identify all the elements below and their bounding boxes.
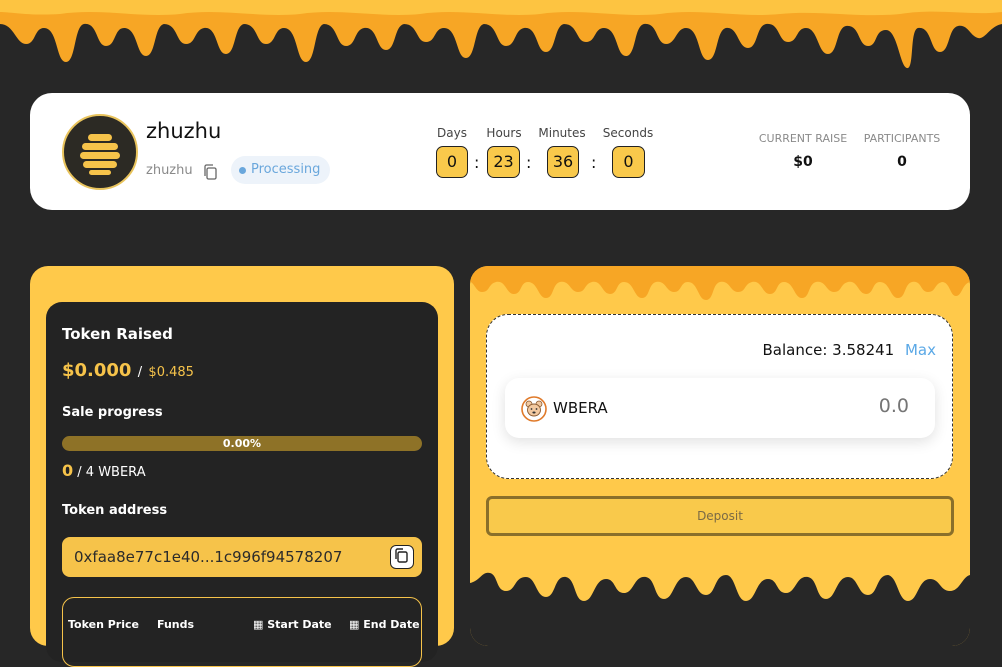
countdown-minutes: 36 (547, 146, 579, 178)
countdown-hours: 23 (487, 146, 520, 178)
participants-value: 0 (897, 154, 907, 170)
token-address-field: 0xfaa8e77c1e40...1c996f94578207 (62, 537, 422, 577)
table-header-token-price: Token Price (68, 618, 139, 631)
countdown-separator: : (474, 153, 480, 172)
copy-icon (395, 548, 408, 563)
raised-target: $0.485 (148, 365, 194, 380)
progress-amount-total: / 4 WBERA (77, 465, 146, 480)
sale-details-table: Token Price Funds ▦ Start Date ▦ End Dat… (62, 597, 422, 667)
sale-progress-amount: 0 / 4 WBERA (62, 461, 146, 480)
deposit-panel: Balance: 3.58241 Max WBERA Deposit (470, 266, 970, 646)
balance-label: Balance: (762, 341, 828, 359)
honey-drip-decoration (470, 572, 970, 646)
wallet-balance: Balance: 3.58241 Max (763, 341, 937, 359)
deposit-button[interactable]: Deposit (486, 496, 954, 536)
deposit-card: Balance: 3.58241 Max WBERA (486, 314, 953, 479)
countdown-minutes-label: Minutes (538, 126, 586, 140)
project-handle: zhuzhu (146, 163, 193, 178)
table-header-start-date: ▦ Start Date (253, 618, 332, 631)
token-address-value: 0xfaa8e77c1e40...1c996f94578207 (74, 548, 343, 566)
table-header-end-date: ▦ End Date (349, 618, 420, 631)
token-address-label: Token address (62, 503, 168, 518)
calendar-icon: ▦ (349, 618, 360, 631)
countdown-seconds-label: Seconds (602, 126, 654, 140)
status-badge: Processing (231, 156, 331, 184)
countdown-separator: : (591, 153, 597, 172)
token-info-card: Token Raised $0.000 / $0.485 Sale progre… (46, 302, 438, 667)
token-raised-value: $0.000 / $0.485 (62, 360, 194, 381)
current-raise-label: CURRENT RAISE (758, 132, 848, 145)
raised-amount: $0.000 (62, 360, 132, 381)
copy-address-button[interactable] (390, 545, 414, 569)
token-info-panel: Token Raised $0.000 / $0.485 Sale progre… (30, 266, 454, 667)
project-header-card: zhuzhu zhuzhu Processing Days 0 : Hours … (30, 93, 970, 210)
honey-drip-decoration (470, 266, 970, 300)
bera-token-icon (521, 396, 547, 422)
honey-drip-decoration (0, 0, 1002, 69)
copy-icon (204, 164, 217, 180)
sale-progress-bar: 0.00% (62, 436, 422, 451)
beehive-icon (80, 134, 120, 175)
max-button[interactable]: Max (905, 341, 936, 359)
countdown-days: 0 (436, 146, 468, 178)
sale-progress-label: Sale progress (62, 405, 163, 420)
participants-label: PARTICIPANTS (863, 132, 941, 145)
table-header-funds: Funds (157, 618, 195, 631)
sale-progress-percent: 0.00% (222, 437, 262, 450)
deposit-amount-input[interactable] (787, 394, 911, 418)
countdown-seconds: 0 (612, 146, 645, 178)
project-avatar (62, 114, 138, 190)
project-name: zhuzhu (146, 119, 222, 143)
token-amount-row: WBERA (505, 378, 935, 438)
current-raise-value: $0 (793, 154, 813, 170)
countdown-separator: : (526, 153, 532, 172)
progress-amount-value: 0 (62, 461, 74, 480)
copy-handle-button[interactable] (203, 164, 217, 180)
raised-separator: / (137, 365, 143, 380)
status-dot (239, 167, 246, 174)
token-raised-label: Token Raised (62, 325, 173, 343)
status-label: Processing (251, 162, 321, 177)
token-symbol: WBERA (553, 399, 608, 417)
calendar-icon: ▦ (253, 618, 264, 631)
balance-value: 3.58241 (832, 341, 895, 359)
